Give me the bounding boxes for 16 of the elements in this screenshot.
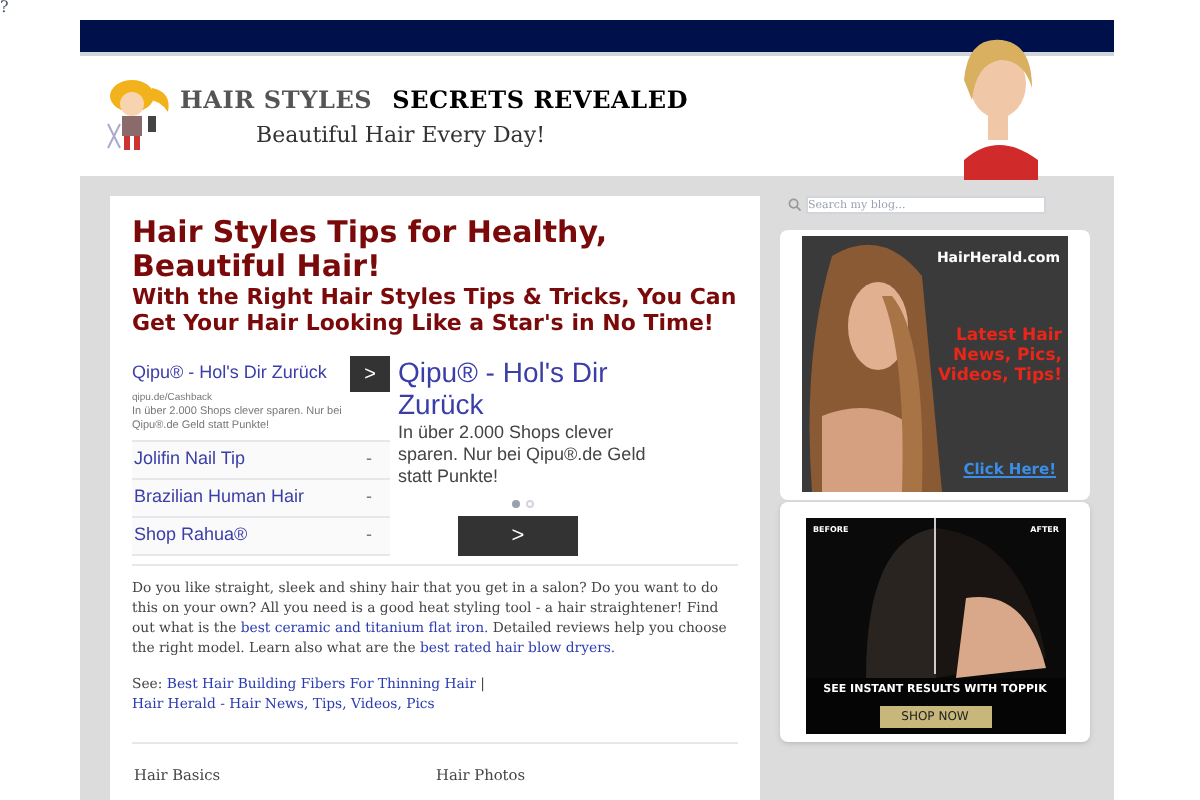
site-title: SECRETS REVEALED (392, 87, 689, 111)
tagline: Beautiful Hair Every Day! (256, 123, 548, 145)
ad-link[interactable]: Shop Rahua® - (132, 518, 390, 556)
ad-text: In über 2.000 Shops clever sparen. Nur bei Qipu®.de Geld statt Punkte! (398, 422, 648, 488)
ad-link[interactable]: Brazilian Human Hair - (132, 480, 390, 518)
question-mark: ? (0, 0, 9, 16)
ad-arrow-button[interactable]: > (458, 516, 578, 556)
ad-arrow-button[interactable]: > (350, 356, 390, 392)
page-subtitle: With the Right Hair Styles Tips & Tricks, You Can Get Your Hair Looking Like a Star's in No Time! (132, 284, 738, 336)
ad-headline: Latest Hair News, Pics, Videos, Tips! (935, 326, 1062, 386)
ad-headline[interactable]: Qipu® - Hol's Dir Zurück (132, 360, 327, 388)
ad-link[interactable]: Jolifin Nail Tip - (132, 442, 390, 480)
page-title: Hair Styles Tips for Healthy, Beautiful Hair! (132, 216, 610, 284)
ad-headline[interactable]: Qipu® - Hol's Dir Zurück (398, 356, 658, 420)
site-title: HAIR STYLES (180, 87, 373, 111)
search-icon (788, 198, 802, 212)
